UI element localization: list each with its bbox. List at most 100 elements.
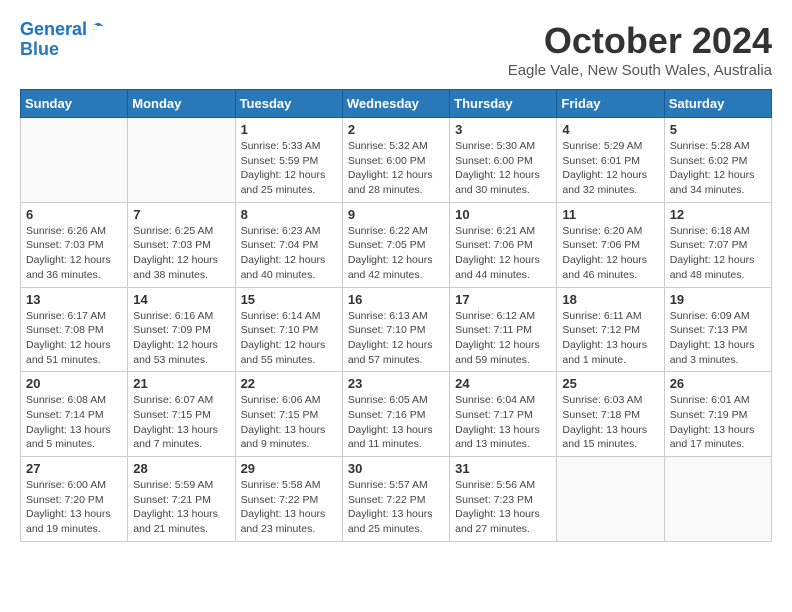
day-number: 3 xyxy=(455,122,551,137)
title-area: October 2024 Eagle Vale, New South Wales… xyxy=(508,20,772,79)
day-info: Sunrise: 5:56 AM Sunset: 7:23 PM Dayligh… xyxy=(455,478,551,537)
calendar-header-row: SundayMondayTuesdayWednesdayThursdayFrid… xyxy=(21,90,772,118)
day-info: Sunrise: 6:06 AM Sunset: 7:15 PM Dayligh… xyxy=(241,393,337,452)
weekday-header: Monday xyxy=(128,90,235,118)
calendar-day-cell: 19 Sunrise: 6:09 AM Sunset: 7:13 PM Dayli… xyxy=(664,287,771,372)
day-info: Sunrise: 6:04 AM Sunset: 7:17 PM Dayligh… xyxy=(455,393,551,452)
calendar-week-row: 20 Sunrise: 6:08 AM Sunset: 7:14 PM Dayli… xyxy=(21,372,772,457)
calendar-day-cell xyxy=(128,118,235,203)
calendar-week-row: 13Sunrise: 6:17 AM Sunset: 7:08 PM Dayli… xyxy=(21,287,772,372)
calendar-day-cell: 18 Sunrise: 6:11 AM Sunset: 7:12 PM Dayli… xyxy=(557,287,664,372)
day-info: Sunrise: 6:21 AM Sunset: 7:06 PM Dayligh… xyxy=(455,224,551,283)
day-info: Sunrise: 6:20 AM Sunset: 7:06 PM Dayligh… xyxy=(562,224,658,283)
day-number: 6 xyxy=(26,207,122,222)
day-info: Sunrise: 6:17 AM Sunset: 7:08 PM Dayligh… xyxy=(26,309,122,368)
logo: General Blue xyxy=(20,20,107,60)
calendar-day-cell: 14 Sunrise: 6:16 AM Sunset: 7:09 PM Dayli… xyxy=(128,287,235,372)
calendar-day-cell: 31 Sunrise: 5:56 AM Sunset: 7:23 PM Dayli… xyxy=(450,457,557,542)
weekday-header: Tuesday xyxy=(235,90,342,118)
day-info: Sunrise: 5:29 AM Sunset: 6:01 PM Dayligh… xyxy=(562,139,658,198)
calendar-day-cell: 17 Sunrise: 6:12 AM Sunset: 7:11 PM Dayli… xyxy=(450,287,557,372)
calendar-week-row: 6 Sunrise: 6:26 AM Sunset: 7:03 PM Daylig… xyxy=(21,202,772,287)
calendar-day-cell: 20 Sunrise: 6:08 AM Sunset: 7:14 PM Dayli… xyxy=(21,372,128,457)
day-number: 4 xyxy=(562,122,658,137)
day-number: 18 xyxy=(562,292,658,307)
day-number: 16 xyxy=(348,292,444,307)
calendar-day-cell: 11 Sunrise: 6:20 AM Sunset: 7:06 PM Dayli… xyxy=(557,202,664,287)
day-number: 7 xyxy=(133,207,229,222)
calendar-day-cell: 10 Sunrise: 6:21 AM Sunset: 7:06 PM Dayli… xyxy=(450,202,557,287)
day-number: 26 xyxy=(670,376,766,391)
day-number: 11 xyxy=(562,207,658,222)
calendar-week-row: 1 Sunrise: 5:33 AM Sunset: 5:59 PM Daylig… xyxy=(21,118,772,203)
day-info: Sunrise: 6:07 AM Sunset: 7:15 PM Dayligh… xyxy=(133,393,229,452)
day-number: 27 xyxy=(26,461,122,476)
calendar-day-cell: 4 Sunrise: 5:29 AM Sunset: 6:01 PM Daylig… xyxy=(557,118,664,203)
calendar-day-cell xyxy=(21,118,128,203)
calendar-day-cell: 15Sunrise: 6:14 AM Sunset: 7:10 PM Dayli… xyxy=(235,287,342,372)
calendar-day-cell: 13Sunrise: 6:17 AM Sunset: 7:08 PM Dayli… xyxy=(21,287,128,372)
day-number: 10 xyxy=(455,207,551,222)
logo-blue-text: Blue xyxy=(20,40,107,60)
calendar-day-cell: 21 Sunrise: 6:07 AM Sunset: 7:15 PM Dayli… xyxy=(128,372,235,457)
day-info: Sunrise: 6:18 AM Sunset: 7:07 PM Dayligh… xyxy=(670,224,766,283)
calendar-day-cell: 3Sunrise: 5:30 AM Sunset: 6:00 PM Daylig… xyxy=(450,118,557,203)
logo-text: General xyxy=(20,20,87,40)
day-info: Sunrise: 6:14 AM Sunset: 7:10 PM Dayligh… xyxy=(241,309,337,368)
day-info: Sunrise: 5:32 AM Sunset: 6:00 PM Dayligh… xyxy=(348,139,444,198)
page-header: General Blue October 2024 Eagle Vale, Ne… xyxy=(20,20,772,79)
day-number: 21 xyxy=(133,376,229,391)
day-number: 25 xyxy=(562,376,658,391)
day-info: Sunrise: 6:09 AM Sunset: 7:13 PM Dayligh… xyxy=(670,309,766,368)
calendar-day-cell: 30Sunrise: 5:57 AM Sunset: 7:22 PM Dayli… xyxy=(342,457,449,542)
day-info: Sunrise: 6:26 AM Sunset: 7:03 PM Dayligh… xyxy=(26,224,122,283)
day-number: 8 xyxy=(241,207,337,222)
day-info: Sunrise: 6:01 AM Sunset: 7:19 PM Dayligh… xyxy=(670,393,766,452)
day-info: Sunrise: 6:13 AM Sunset: 7:10 PM Dayligh… xyxy=(348,309,444,368)
calendar-day-cell: 28Sunrise: 5:59 AM Sunset: 7:21 PM Dayli… xyxy=(128,457,235,542)
calendar-day-cell: 1 Sunrise: 5:33 AM Sunset: 5:59 PM Daylig… xyxy=(235,118,342,203)
calendar-day-cell: 8Sunrise: 6:23 AM Sunset: 7:04 PM Daylig… xyxy=(235,202,342,287)
day-number: 19 xyxy=(670,292,766,307)
day-number: 29 xyxy=(241,461,337,476)
day-info: Sunrise: 5:33 AM Sunset: 5:59 PM Dayligh… xyxy=(241,139,337,198)
calendar-day-cell: 6 Sunrise: 6:26 AM Sunset: 7:03 PM Daylig… xyxy=(21,202,128,287)
day-info: Sunrise: 6:16 AM Sunset: 7:09 PM Dayligh… xyxy=(133,309,229,368)
location-title: Eagle Vale, New South Wales, Australia xyxy=(508,62,772,79)
weekday-header: Sunday xyxy=(21,90,128,118)
day-number: 14 xyxy=(133,292,229,307)
day-number: 9 xyxy=(348,207,444,222)
calendar-day-cell xyxy=(664,457,771,542)
day-info: Sunrise: 6:03 AM Sunset: 7:18 PM Dayligh… xyxy=(562,393,658,452)
day-number: 24 xyxy=(455,376,551,391)
day-number: 22 xyxy=(241,376,337,391)
day-number: 17 xyxy=(455,292,551,307)
day-number: 5 xyxy=(670,122,766,137)
calendar-table: SundayMondayTuesdayWednesdayThursdayFrid… xyxy=(20,89,772,542)
day-number: 2 xyxy=(348,122,444,137)
calendar-day-cell: 2 Sunrise: 5:32 AM Sunset: 6:00 PM Daylig… xyxy=(342,118,449,203)
day-info: Sunrise: 6:11 AM Sunset: 7:12 PM Dayligh… xyxy=(562,309,658,368)
weekday-header: Saturday xyxy=(664,90,771,118)
calendar-day-cell: 23Sunrise: 6:05 AM Sunset: 7:16 PM Dayli… xyxy=(342,372,449,457)
day-info: Sunrise: 6:12 AM Sunset: 7:11 PM Dayligh… xyxy=(455,309,551,368)
day-info: Sunrise: 6:25 AM Sunset: 7:03 PM Dayligh… xyxy=(133,224,229,283)
weekday-header: Friday xyxy=(557,90,664,118)
day-number: 12 xyxy=(670,207,766,222)
calendar-day-cell: 7 Sunrise: 6:25 AM Sunset: 7:03 PM Daylig… xyxy=(128,202,235,287)
day-info: Sunrise: 5:28 AM Sunset: 6:02 PM Dayligh… xyxy=(670,139,766,198)
calendar-day-cell xyxy=(557,457,664,542)
weekday-header: Thursday xyxy=(450,90,557,118)
day-number: 20 xyxy=(26,376,122,391)
month-title: October 2024 xyxy=(508,20,772,62)
day-number: 1 xyxy=(241,122,337,137)
day-info: Sunrise: 5:57 AM Sunset: 7:22 PM Dayligh… xyxy=(348,478,444,537)
calendar-day-cell: 22 Sunrise: 6:06 AM Sunset: 7:15 PM Dayli… xyxy=(235,372,342,457)
day-info: Sunrise: 6:08 AM Sunset: 7:14 PM Dayligh… xyxy=(26,393,122,452)
day-number: 28 xyxy=(133,461,229,476)
day-number: 31 xyxy=(455,461,551,476)
calendar-day-cell: 24 Sunrise: 6:04 AM Sunset: 7:17 PM Dayli… xyxy=(450,372,557,457)
logo-bird-icon xyxy=(89,21,107,39)
day-info: Sunrise: 5:58 AM Sunset: 7:22 PM Dayligh… xyxy=(241,478,337,537)
calendar-day-cell: 26 Sunrise: 6:01 AM Sunset: 7:19 PM Dayli… xyxy=(664,372,771,457)
